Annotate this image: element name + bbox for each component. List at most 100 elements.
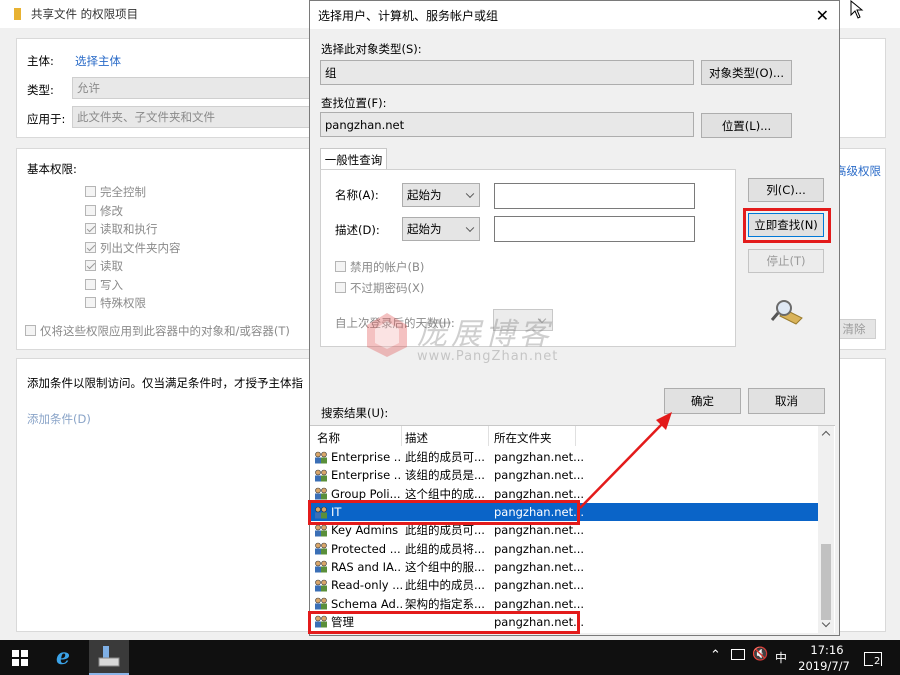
stop-button[interactable]: 停止(T) [748, 249, 824, 273]
perm-modify[interactable]: 修改 [85, 202, 181, 221]
ime-indicator[interactable]: 中 [775, 649, 787, 666]
result-name-text: Enterprise ... [331, 468, 402, 483]
chevron-down-icon [465, 223, 475, 233]
group-icon [315, 579, 327, 592]
table-row[interactable]: Read-only ... 此组中的成员... pangzhan.net... [310, 576, 820, 594]
column-divider [401, 426, 402, 446]
result-name-text: RAS and IA... [331, 559, 402, 574]
watermark-logo-icon [367, 313, 407, 357]
applies-to-label: 应用于: [27, 112, 66, 126]
result-description: 架构的指定系... [405, 596, 485, 611]
result-description: 该组的成员是... [405, 468, 485, 483]
object-types-button[interactable]: 对象类型(O)... [701, 60, 792, 85]
result-name-text: Protected ... [331, 541, 401, 556]
internet-explorer-icon[interactable]: e [56, 644, 70, 670]
checkbox[interactable] [85, 204, 96, 216]
result-name: Group Poli... [314, 487, 402, 501]
select-groups-dialog: 选择用户、计算机、服务帐户或组 ✕ 选择此对象类型(S): 组 对象类型(O).… [308, 0, 840, 636]
scroll-down-icon[interactable] [821, 618, 831, 628]
table-row[interactable]: Protected ... 此组的成员将... pangzhan.net... [310, 540, 820, 558]
type-select[interactable]: 允许 [72, 77, 312, 99]
disabled-accounts-option[interactable]: 禁用的帐户(B) [335, 259, 424, 275]
columns-button[interactable]: 列(C)... [748, 178, 824, 202]
result-folder: pangzhan.net... [494, 523, 585, 538]
column-header-name[interactable]: 名称 [317, 430, 340, 446]
checkbox[interactable] [335, 261, 346, 272]
notification-icon[interactable]: 2 [864, 652, 882, 667]
description-match-select[interactable]: 起始为 [402, 217, 480, 241]
result-description: 此组中的成员... [405, 578, 485, 593]
result-name: Key Admins [314, 523, 402, 537]
result-name-text: Key Admins [331, 523, 399, 538]
result-name: RAS and IA... [314, 560, 402, 574]
taskbar: e ⌃ 🔇 中 17:16 2019/7/7 2 [0, 640, 900, 675]
results-scrollbar[interactable] [818, 426, 834, 633]
scroll-up-icon[interactable] [821, 430, 831, 440]
result-description: 此组的成员将... [405, 541, 485, 556]
close-icon[interactable]: ✕ [816, 6, 829, 25]
result-folder: pangzhan.net... [494, 541, 585, 556]
column-header-folder[interactable]: 所在文件夹 [494, 430, 552, 446]
dialog-title: 选择用户、计算机、服务帐户或组 [318, 8, 499, 23]
perm-write[interactable]: 写入 [85, 276, 181, 295]
checkbox-checked[interactable] [85, 260, 96, 271]
advanced-permissions-link[interactable]: 高级权限 [835, 163, 881, 179]
folder-icon [14, 8, 21, 20]
group-icon [315, 561, 327, 573]
scrollbar-thumb[interactable] [821, 544, 831, 620]
windows-start-icon[interactable] [12, 650, 28, 666]
non-expiring-password-option[interactable]: 不过期密码(X) [335, 280, 424, 296]
description-input[interactable] [494, 216, 695, 242]
result-name-text: Read-only ... [331, 578, 402, 593]
name-match-select[interactable]: 起始为 [402, 183, 480, 207]
tab-common-queries[interactable]: 一般性查询 [320, 148, 387, 170]
taskbar-app-active[interactable] [89, 640, 129, 675]
perm-read[interactable]: 读取 [85, 257, 181, 276]
add-condition-link[interactable]: 添加条件(D) [27, 411, 91, 427]
result-folder: pangzhan.net... [494, 596, 585, 611]
type-label: 类型: [27, 83, 54, 97]
perm-list-folder[interactable]: 列出文件夹内容 [85, 239, 181, 258]
checkbox[interactable] [85, 278, 96, 290]
chevron-up-icon[interactable]: ⌃ [710, 648, 721, 663]
name-input[interactable] [494, 183, 695, 209]
select-principal-link[interactable]: 选择主体 [75, 53, 121, 69]
locations-button[interactable]: 位置(L)... [701, 113, 792, 138]
action-center-icon[interactable] [731, 649, 745, 660]
table-row[interactable]: Schema Ad... 架构的指定系... pangzhan.net... [310, 594, 820, 612]
basic-permissions-title: 基本权限: [27, 162, 77, 176]
watermark-url: www.PangZhan.net [417, 349, 559, 364]
result-description: 这个组中的服... [405, 559, 485, 574]
result-name: Enterprise ... [314, 450, 402, 464]
table-row[interactable]: RAS and IA... 这个组中的服... pangzhan.net... [310, 558, 820, 576]
perm-full-control[interactable]: 完全控制 [85, 183, 181, 202]
group-icon [315, 542, 327, 555]
result-name: Read-only ... [314, 578, 402, 592]
checkbox[interactable] [85, 297, 96, 308]
column-header-description[interactable]: 描述 [405, 430, 428, 446]
group-icon [315, 451, 327, 464]
bg-window-title: 共享文件 的权限项目 [31, 7, 139, 21]
apply-only-option[interactable]: 仅将这些权限应用到此容器中的对象和/或容器(T) [25, 323, 290, 339]
applies-to-select[interactable]: 此文件夹、子文件夹和文件 [72, 106, 312, 128]
clock-time[interactable]: 17:16 [802, 643, 852, 657]
checkbox-checked[interactable] [85, 241, 96, 253]
perm-special[interactable]: 特殊权限 [85, 294, 181, 313]
annotation-arrow [579, 412, 672, 509]
location-label: 查找位置(F): [321, 96, 387, 110]
search-results-label: 搜索结果(U): [321, 406, 389, 420]
watermark-text: 庞展博客 [417, 317, 553, 352]
clock-date[interactable]: 2019/7/7 [796, 659, 852, 673]
speaker-muted-icon[interactable]: 🔇 [752, 647, 768, 662]
checkbox[interactable] [25, 325, 36, 336]
description-label: 描述(D): [335, 223, 380, 237]
checkbox-checked[interactable] [85, 223, 96, 234]
file-explorer-icon [98, 646, 120, 667]
perm-read-execute[interactable]: 读取和执行 [85, 220, 181, 239]
group-icon [315, 524, 327, 537]
cancel-button[interactable]: 取消 [748, 388, 825, 414]
checkbox[interactable] [85, 186, 96, 197]
checkbox[interactable] [335, 282, 346, 293]
group-icon [315, 469, 327, 482]
group-icon [315, 487, 327, 500]
